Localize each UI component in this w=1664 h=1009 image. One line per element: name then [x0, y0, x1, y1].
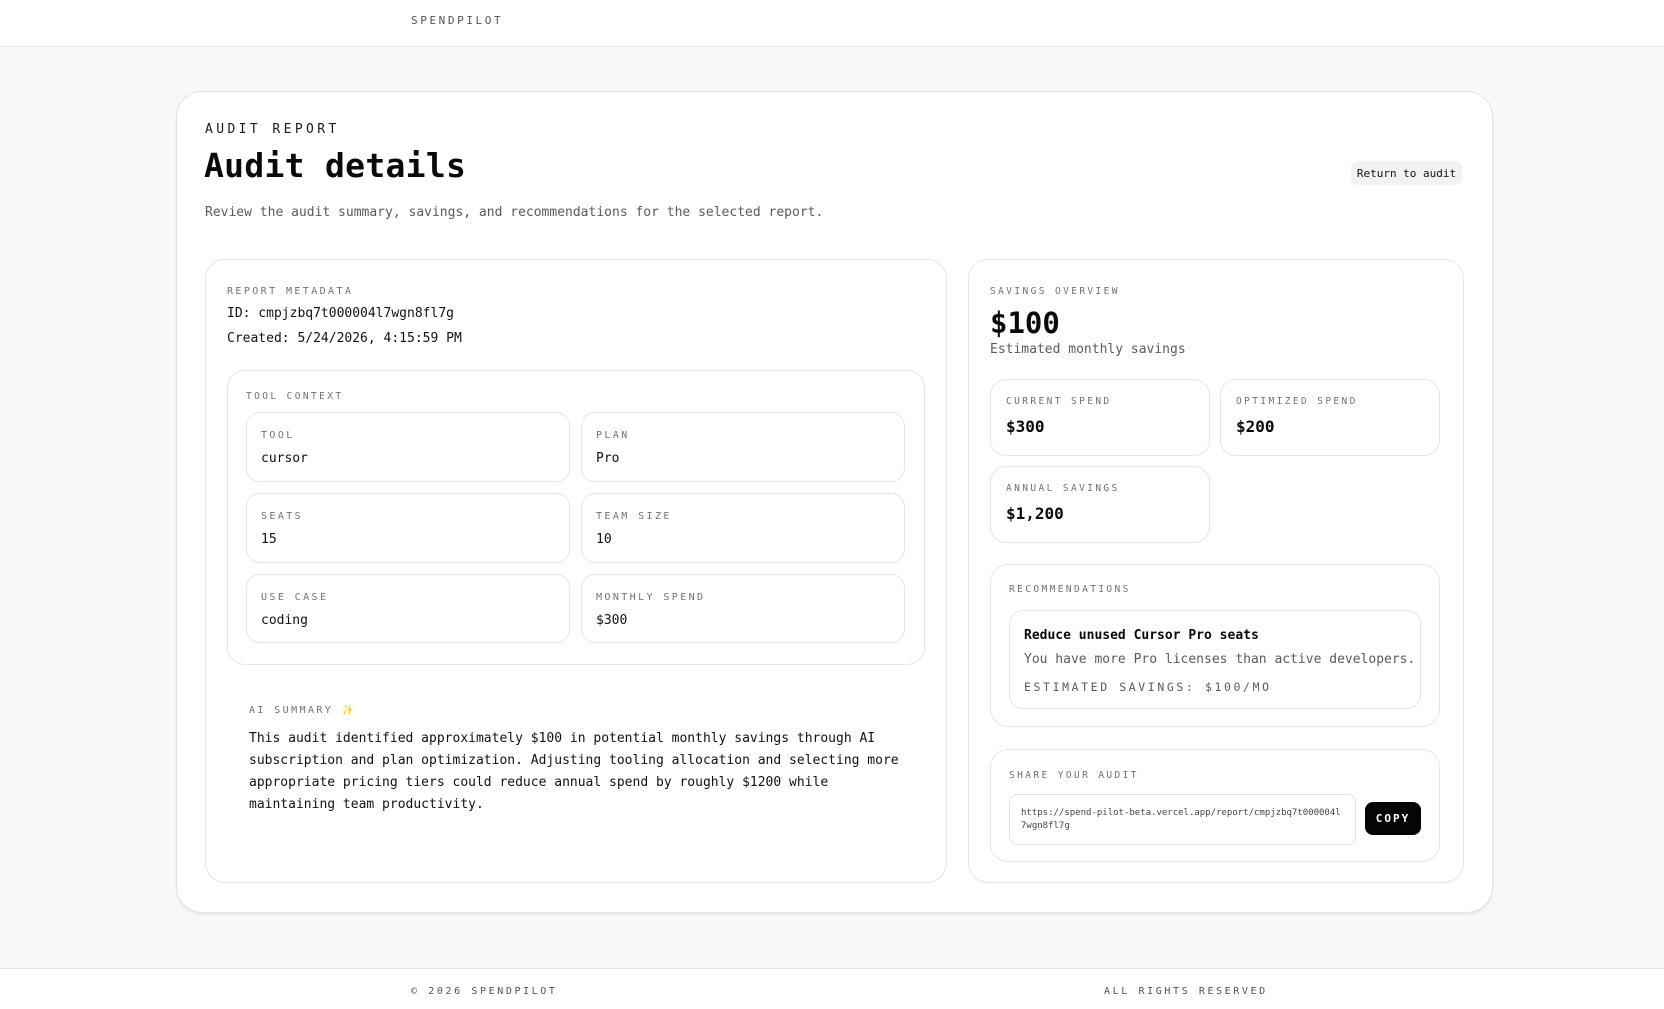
tool-context-label: TOOL CONTEXT	[246, 391, 344, 402]
page-eyebrow: AUDIT REPORT	[205, 122, 340, 137]
field-value: $300	[596, 613, 628, 628]
recommendations-label: RECOMMENDATIONS	[1009, 584, 1131, 595]
page-title: Audit details	[204, 146, 467, 185]
field-label: TEAM SIZE	[596, 511, 672, 522]
stat-annual-savings: ANNUAL SAVINGS $1,200	[990, 466, 1210, 543]
stat-current-spend: CURRENT SPEND $300	[990, 379, 1210, 456]
footer-rights: ALL RIGHTS RESERVED	[1104, 986, 1268, 997]
field-value: Pro	[596, 451, 620, 466]
field-label: TOOL	[261, 430, 295, 441]
field-team-size: TEAM SIZE 10	[581, 493, 905, 563]
stat-optimized-spend: OPTIMIZED SPEND $200	[1220, 379, 1440, 456]
audit-card: AUDIT REPORT Audit details Return to aud…	[176, 91, 1493, 913]
savings-overview-label: SAVINGS OVERVIEW	[990, 286, 1120, 297]
field-label: SEATS	[261, 511, 304, 522]
report-created: Created: 5/24/2026, 4:15:59 PM	[227, 331, 462, 346]
stat-label: CURRENT SPEND	[1006, 396, 1112, 407]
footer: © 2026 SPENDPILOT ALL RIGHTS RESERVED	[0, 968, 1664, 1009]
stat-value: $1,200	[1006, 504, 1064, 523]
field-value: cursor	[261, 451, 308, 466]
recommendation-item: Reduce unused Cursor Pro seats You have …	[1009, 610, 1421, 709]
monthly-savings-caption: Estimated monthly savings	[990, 342, 1186, 357]
field-label: PLAN	[596, 430, 630, 441]
field-plan: PLAN Pro	[581, 412, 905, 482]
tool-context-panel: TOOL CONTEXT TOOL cursor PLAN Pro SEATS …	[227, 370, 925, 665]
field-monthly-spend: MONTHLY SPEND $300	[581, 574, 905, 643]
stat-label: OPTIMIZED SPEND	[1236, 396, 1358, 407]
page-subtitle: Review the audit summary, savings, and r…	[205, 205, 824, 220]
report-metadata-label: REPORT METADATA	[227, 286, 354, 297]
field-seats: SEATS 15	[246, 493, 570, 563]
stat-label: ANNUAL SAVINGS	[1006, 483, 1120, 494]
ai-summary-label: AI SUMMARY ✨	[249, 705, 354, 716]
share-audit-label: SHARE YOUR AUDIT	[1009, 770, 1139, 781]
field-value: 10	[596, 532, 612, 547]
ai-summary-text: This audit identified approximately $100…	[249, 731, 899, 812]
field-value: 15	[261, 532, 277, 547]
recommendation-estimate: ESTIMATED SAVINGS: $100/MO	[1024, 680, 1272, 694]
top-navbar: SPENDPILOT	[0, 0, 1664, 47]
stat-value: $300	[1006, 417, 1045, 436]
return-to-audit-button[interactable]: Return to audit	[1351, 161, 1462, 185]
sparkle-icon: ✨	[341, 705, 355, 716]
savings-panel: SAVINGS OVERVIEW $100 Estimated monthly …	[968, 259, 1464, 883]
recommendations-panel: RECOMMENDATIONS Reduce unused Cursor Pro…	[990, 564, 1440, 727]
stat-value: $200	[1236, 417, 1275, 436]
ai-summary-label-text: AI SUMMARY	[249, 705, 334, 716]
brand-logo[interactable]: SPENDPILOT	[411, 14, 503, 27]
share-url-field[interactable]: https://spend-pilot-beta.vercel.app/repo…	[1009, 794, 1356, 845]
recommendation-description: You have more Pro licenses than active d…	[1024, 652, 1416, 667]
recommendation-title: Reduce unused Cursor Pro seats	[1024, 628, 1259, 643]
field-value: coding	[261, 613, 308, 628]
field-use-case: USE CASE coding	[246, 574, 570, 643]
report-details-panel: REPORT METADATA ID: cmpjzbq7t000004l7wgn…	[205, 259, 947, 883]
field-label: MONTHLY SPEND	[596, 592, 706, 603]
footer-copyright: © 2026 SPENDPILOT	[411, 986, 558, 997]
share-audit-panel: SHARE YOUR AUDIT https://spend-pilot-bet…	[990, 749, 1440, 862]
report-id: ID: cmpjzbq7t000004l7wgn8fl7g	[227, 306, 454, 321]
field-label: USE CASE	[261, 592, 329, 603]
monthly-savings-amount: $100	[990, 306, 1060, 340]
copy-link-button[interactable]: COPY	[1365, 802, 1421, 835]
field-tool: TOOL cursor	[246, 412, 570, 482]
